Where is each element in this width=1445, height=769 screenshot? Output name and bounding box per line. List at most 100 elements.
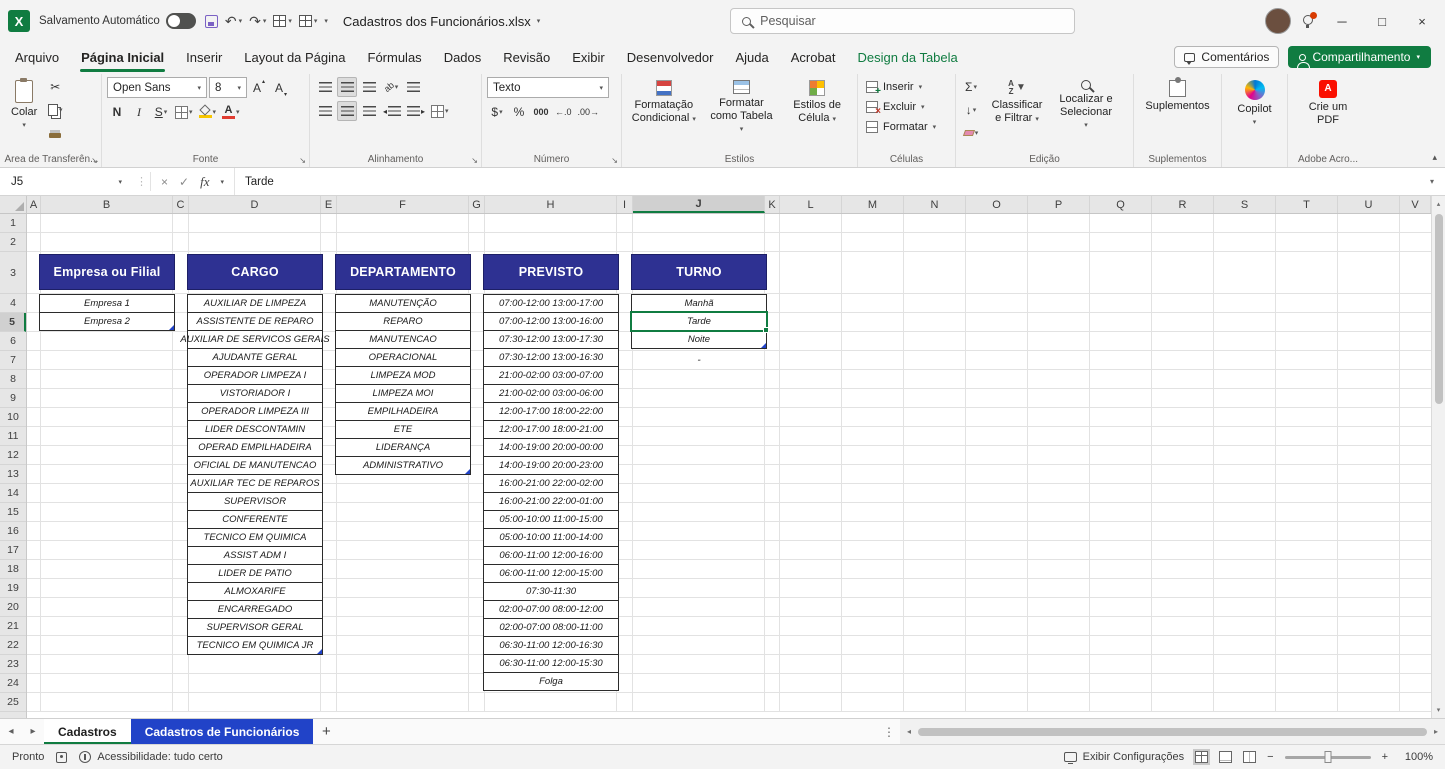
sheet-nav-left-button[interactable]: ◂ bbox=[0, 719, 22, 744]
cell-departamento-row12[interactable]: LIDERANÇA bbox=[335, 438, 471, 457]
new-sheet-button[interactable]: + bbox=[313, 719, 339, 744]
decrease-indent-button[interactable]: ◂ bbox=[381, 101, 403, 121]
row-header-20[interactable]: 20 bbox=[0, 598, 26, 617]
column-header-C[interactable]: C bbox=[173, 196, 189, 213]
horizontal-scrollbar[interactable]: ◂ ▸ bbox=[900, 719, 1445, 744]
accessibility-status[interactable]: Acessibilidade: tudo certo bbox=[79, 751, 222, 763]
column-header-Q[interactable]: Q bbox=[1090, 196, 1152, 213]
row-header-24[interactable]: 24 bbox=[0, 674, 26, 693]
page-break-view-button[interactable] bbox=[1243, 751, 1256, 763]
column-header-L[interactable]: L bbox=[780, 196, 842, 213]
normal-view-button[interactable] bbox=[1195, 751, 1208, 763]
cell-cargo-row19[interactable]: LIDER DE PATIO bbox=[187, 564, 323, 583]
column-header-F[interactable]: F bbox=[337, 196, 469, 213]
cell-departamento-row5[interactable]: REPARO bbox=[335, 312, 471, 331]
cell-departamento-row10[interactable]: EMPILHADEIRA bbox=[335, 402, 471, 421]
column-header-O[interactable]: O bbox=[966, 196, 1028, 213]
qat-overflow-chevron[interactable]: ▾ bbox=[324, 17, 328, 25]
row-header-11[interactable]: 11 bbox=[0, 427, 26, 446]
row-header-4[interactable]: 4 bbox=[0, 294, 26, 313]
cell-previsto-row16[interactable]: 05:00-10:00 11:00-15:00 bbox=[483, 510, 619, 529]
align-left-button[interactable] bbox=[315, 101, 335, 121]
cell-cargo-row16[interactable]: CONFERENTE bbox=[187, 510, 323, 529]
row-header-1[interactable]: 1 bbox=[0, 214, 26, 233]
ribbon-tab-exibir[interactable]: Exibir bbox=[561, 45, 616, 70]
undo-button[interactable]: ↶▾ bbox=[225, 13, 242, 30]
cell-departamento-row11[interactable]: ETE bbox=[335, 420, 471, 439]
bold-button[interactable]: N bbox=[107, 102, 127, 122]
cell-cargo-row5[interactable]: ASSISTENTE DE REPARO bbox=[187, 312, 323, 331]
align-center-button[interactable] bbox=[337, 101, 357, 121]
increase-font-button[interactable]: A▴ bbox=[249, 78, 269, 98]
confirm-entry-button[interactable]: ✓ bbox=[179, 175, 189, 189]
copy-button[interactable]: ▾ bbox=[45, 100, 65, 120]
sheet-tab-cadastros[interactable]: Cadastros bbox=[44, 719, 131, 744]
wrap-text-button[interactable] bbox=[403, 77, 423, 97]
decrease-decimal-button[interactable]: .00→ bbox=[576, 102, 602, 122]
formula-input[interactable]: Tarde bbox=[234, 168, 1419, 195]
vertical-scrollbar[interactable]: ▴ ▾ bbox=[1431, 196, 1445, 718]
sheet-tab-cadastros-de-funcion-rios[interactable]: Cadastros de Funcionários bbox=[131, 719, 314, 744]
italic-button[interactable]: I bbox=[129, 102, 149, 122]
ribbon-tab-p-gina-inicial[interactable]: Página Inicial bbox=[70, 45, 175, 70]
percent-style-button[interactable]: % bbox=[509, 102, 529, 122]
format-as-table-button[interactable]: Formatar como Tabela ▾ bbox=[705, 77, 779, 138]
column-header-G[interactable]: G bbox=[469, 196, 485, 213]
column-header-S[interactable]: S bbox=[1214, 196, 1276, 213]
cell-cargo-row4[interactable]: AUXILIAR DE LIMPEZA bbox=[187, 294, 323, 313]
cell-previsto-row21[interactable]: 02:00-07:00 08:00-12:00 bbox=[483, 600, 619, 619]
cell-previsto-row24[interactable]: 06:30-11:00 12:00-15:30 bbox=[483, 654, 619, 673]
column-header-I[interactable]: I bbox=[617, 196, 633, 213]
scroll-right-button[interactable]: ▸ bbox=[1429, 727, 1443, 736]
comments-button[interactable]: Comentários bbox=[1174, 46, 1279, 68]
row-header-25[interactable]: 25 bbox=[0, 693, 26, 712]
table-header-cargo[interactable]: CARGO bbox=[187, 254, 323, 290]
addins-button[interactable]: Suplementos bbox=[1141, 77, 1213, 116]
cell-previsto-row22[interactable]: 02:00-07:00 08:00-11:00 bbox=[483, 618, 619, 637]
qat-grid-button-1[interactable]: ▾ bbox=[273, 15, 292, 27]
paste-button[interactable]: Colar ▾ bbox=[7, 77, 41, 143]
table-header-previsto[interactable]: PREVISTO bbox=[483, 254, 619, 290]
cell-departamento-row4[interactable]: MANUTENÇÃO bbox=[335, 294, 471, 313]
cell-previsto-row19[interactable]: 06:00-11:00 12:00-15:00 bbox=[483, 564, 619, 583]
table-header-departamento[interactable]: DEPARTAMENTO bbox=[335, 254, 471, 290]
sheet-nav-right-button[interactable]: ▸ bbox=[22, 719, 44, 744]
number-format-select[interactable]: Texto▾ bbox=[487, 77, 609, 98]
zoom-level[interactable]: 100% bbox=[1399, 751, 1433, 763]
row-header-2[interactable]: 2 bbox=[0, 233, 26, 252]
row-header-19[interactable]: 19 bbox=[0, 579, 26, 598]
conditional-formatting-button[interactable]: Formatação Condicional ▾ bbox=[627, 77, 701, 138]
cell-previsto-row15[interactable]: 16:00-21:00 22:00-01:00 bbox=[483, 492, 619, 511]
column-header-D[interactable]: D bbox=[189, 196, 321, 213]
scroll-left-button[interactable]: ◂ bbox=[902, 727, 916, 736]
search-input[interactable]: Pesquisar bbox=[730, 8, 1075, 34]
decrease-font-button[interactable]: A▾ bbox=[271, 78, 291, 98]
cell-cargo-row23[interactable]: TECNICO EM QUIMICA JR bbox=[187, 636, 323, 655]
column-header-H[interactable]: H bbox=[485, 196, 617, 213]
row-header-18[interactable]: 18 bbox=[0, 560, 26, 579]
cancel-entry-button[interactable]: × bbox=[161, 175, 168, 189]
maximize-button[interactable]: □ bbox=[1367, 6, 1397, 36]
table-header-empresa[interactable]: Empresa ou Filial bbox=[39, 254, 175, 290]
row-header-13[interactable]: 13 bbox=[0, 465, 26, 484]
save-button[interactable] bbox=[205, 15, 218, 28]
macro-record-icon[interactable] bbox=[56, 752, 67, 763]
cell-cargo-row11[interactable]: LIDER DESCONTAMIN bbox=[187, 420, 323, 439]
cell-cargo-row9[interactable]: VISTORIADOR I bbox=[187, 384, 323, 403]
align-top-button[interactable] bbox=[315, 77, 335, 97]
ribbon-tab-revis-o[interactable]: Revisão bbox=[492, 45, 561, 70]
name-box[interactable]: J5 ▾ bbox=[0, 168, 133, 195]
row-header-22[interactable]: 22 bbox=[0, 636, 26, 655]
format-painter-button[interactable] bbox=[45, 123, 65, 143]
row-header-7[interactable]: 7 bbox=[0, 351, 26, 370]
ribbon-tab-design-da-tabela[interactable]: Design da Tabela bbox=[847, 45, 969, 70]
qat-grid-button-2[interactable]: ▾ bbox=[299, 15, 318, 27]
page-layout-view-button[interactable] bbox=[1219, 751, 1232, 763]
ribbon-tab-acrobat[interactable]: Acrobat bbox=[780, 45, 847, 70]
cell-previsto-row4[interactable]: 07:00-12:00 13:00-17:00 bbox=[483, 294, 619, 313]
underline-button[interactable]: S▾ bbox=[151, 102, 171, 122]
borders-button[interactable]: ▾ bbox=[173, 102, 195, 122]
column-header-B[interactable]: B bbox=[41, 196, 173, 213]
clear-button[interactable]: ▾ bbox=[961, 123, 981, 143]
cell-departamento-row8[interactable]: LIMPEZA MOD bbox=[335, 366, 471, 385]
